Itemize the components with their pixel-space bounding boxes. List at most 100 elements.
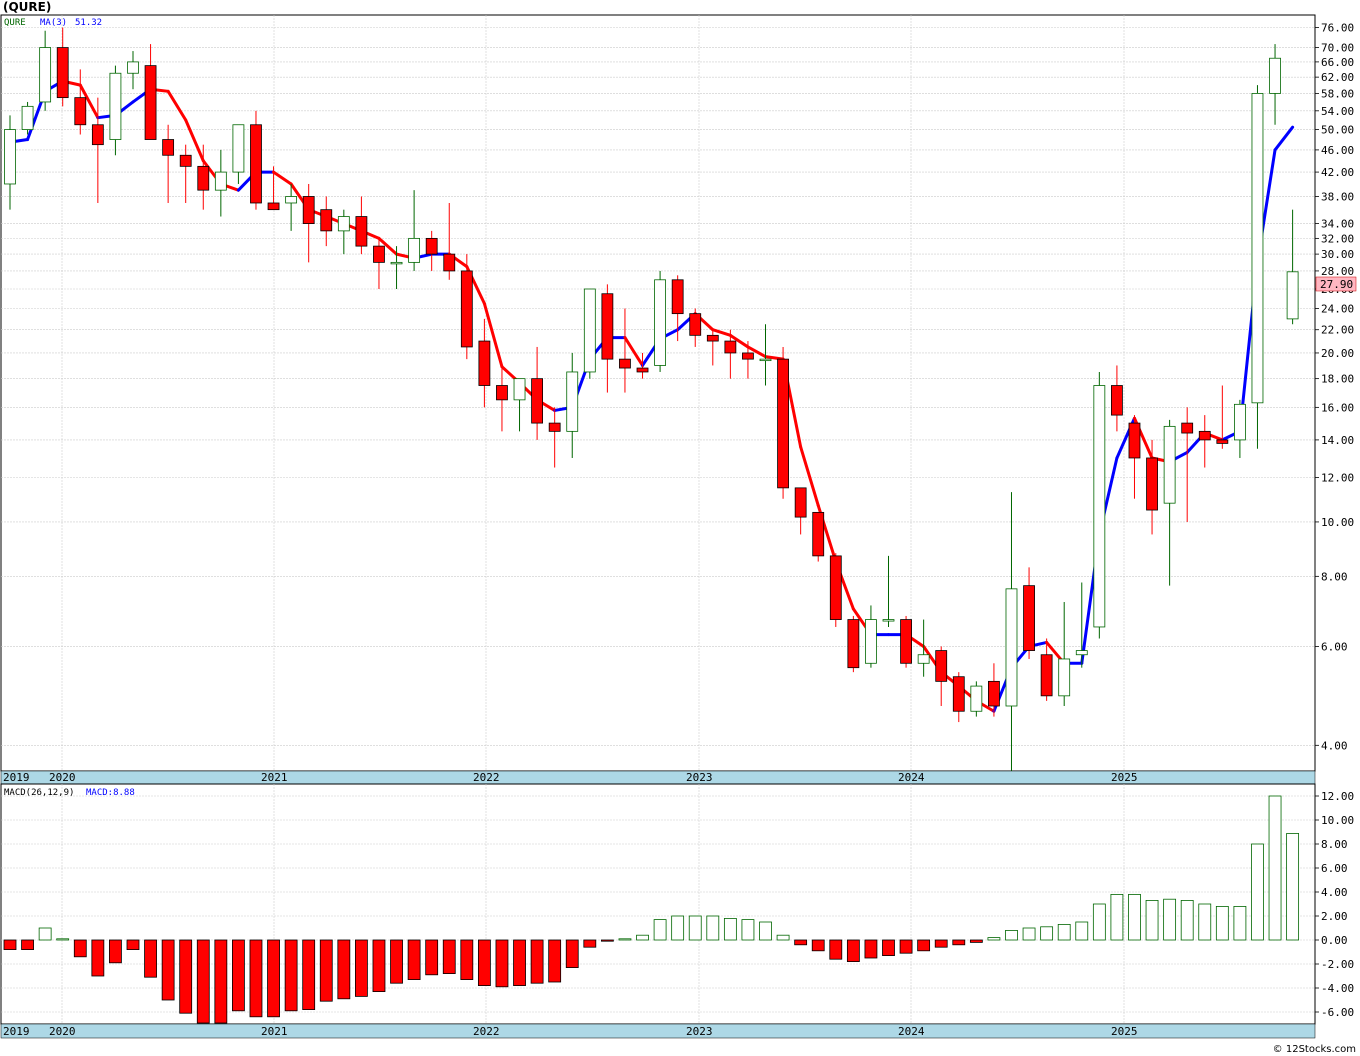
legend-ma-label: MA(3): [40, 18, 67, 28]
macd-bar: [1110, 894, 1124, 941]
macd-bar: [407, 939, 421, 980]
year-label: 2025: [1111, 771, 1138, 784]
candle-body: [267, 202, 280, 211]
macd-bar: [1022, 927, 1036, 941]
macd-bar: [337, 939, 351, 1000]
candle-body: [671, 279, 684, 315]
candle-body: [355, 216, 368, 247]
price-tick-label: 24.00: [1321, 303, 1354, 316]
macd-bar: [1075, 921, 1089, 941]
macd-bar: [91, 939, 105, 977]
candle-body: [583, 288, 596, 373]
price-tick-label: 12.00: [1321, 471, 1354, 484]
price-tick-label: 30.00: [1321, 248, 1354, 261]
candle-body: [1075, 650, 1088, 656]
candle-body: [91, 124, 104, 146]
macd-tick-label: 10.00: [1321, 814, 1354, 827]
candle-body: [566, 371, 579, 432]
candle-body: [408, 237, 421, 263]
macd-legend-label: MACD(26,12,9): [4, 788, 74, 798]
macd-bar: [1286, 833, 1300, 941]
candle-body: [1111, 385, 1123, 416]
candle-body: [496, 385, 508, 401]
candle-body: [619, 358, 631, 369]
year-label: 2023: [686, 1025, 713, 1038]
macd-bar: [1128, 894, 1141, 941]
candle-body: [4, 129, 16, 185]
candle-body: [917, 654, 930, 664]
price-tick-label: 70.00: [1321, 42, 1354, 55]
candle-body: [144, 65, 157, 140]
macd-bar: [917, 939, 931, 952]
macd-bar: [477, 939, 491, 986]
macd-bar: [179, 939, 193, 1014]
price-tick-label: 10.00: [1321, 516, 1354, 529]
macd-bar: [530, 939, 544, 984]
macd-tick-label: -6.00: [1321, 1006, 1354, 1019]
macd-bar: [1145, 900, 1159, 941]
macd-bar: [460, 939, 474, 980]
candle-body: [847, 619, 860, 669]
macd-tick-label: -4.00: [1321, 982, 1354, 995]
macd-tick-label: 2.00: [1321, 910, 1348, 923]
price-tick-label: 18.00: [1321, 373, 1354, 386]
price-y-axis: 4.00 6.00 8.00 10.00 12.00 14.00 16.00 18.00 20.…: [1315, 22, 1354, 752]
candle-body: [214, 171, 227, 191]
candle-body: [1146, 457, 1158, 511]
year-label: 2024: [898, 1025, 925, 1038]
candle-body: [56, 47, 69, 99]
candle-body: [250, 124, 262, 204]
candle-body: [1216, 439, 1229, 444]
macd-bar: [1251, 843, 1264, 941]
macd-tick-label: -2.00: [1321, 958, 1354, 971]
candle-body: [900, 619, 912, 664]
candle-body: [636, 367, 649, 373]
macd-bar: [548, 939, 562, 983]
price-tick-label: 42.00: [1321, 166, 1354, 179]
candle-body: [127, 61, 139, 74]
price-tick-label: 54.00: [1321, 105, 1354, 118]
price-tick-label: 38.00: [1321, 190, 1354, 203]
macd-bar: [1268, 795, 1282, 941]
macd-tick-label: 12.00: [1321, 790, 1354, 803]
price-tick-label: 8.00: [1321, 570, 1348, 583]
price-tick-label: 66.00: [1321, 56, 1354, 69]
candle-body: [21, 105, 34, 130]
macd-bar: [232, 939, 245, 1012]
candle-body: [109, 72, 122, 140]
candle-body: [179, 154, 192, 167]
candle-body: [724, 340, 737, 354]
macd-bar: [390, 939, 403, 984]
candle-body: [777, 358, 789, 489]
macd-bar: [196, 939, 210, 1024]
candle-body: [601, 293, 614, 360]
macd-tick-label: 6.00: [1321, 862, 1348, 875]
chart-title: (QURE): [3, 0, 51, 14]
candle-body: [337, 216, 350, 232]
year-label: 2021: [261, 1025, 288, 1038]
candle-body: [425, 237, 438, 255]
macd-bar: [829, 939, 843, 960]
macd-bar: [565, 939, 579, 969]
candle-body: [39, 47, 52, 103]
legend-ticker: QURE: [4, 18, 26, 28]
macd-tick-label: 4.00: [1321, 886, 1348, 899]
candle-body: [443, 253, 456, 272]
candle-body: [654, 279, 666, 366]
candle-body: [742, 352, 754, 360]
price-tick-label: 28.00: [1321, 265, 1354, 278]
macd-bar: [671, 915, 685, 941]
price-tick-label: 14.00: [1321, 434, 1354, 447]
macd-bar: [864, 939, 878, 959]
candle-body: [513, 378, 526, 401]
year-label: 2019: [3, 1025, 30, 1038]
macd-bar: [425, 939, 439, 976]
macd-bar: [284, 939, 298, 1012]
macd-bar: [354, 939, 368, 997]
candle-body: [162, 139, 175, 156]
candle-body: [548, 422, 561, 432]
macd-bar: [21, 939, 34, 951]
macd-bar: [267, 939, 280, 1018]
price-tick-label: 22.00: [1321, 324, 1354, 337]
last-price-label: 27.90: [1320, 278, 1353, 291]
